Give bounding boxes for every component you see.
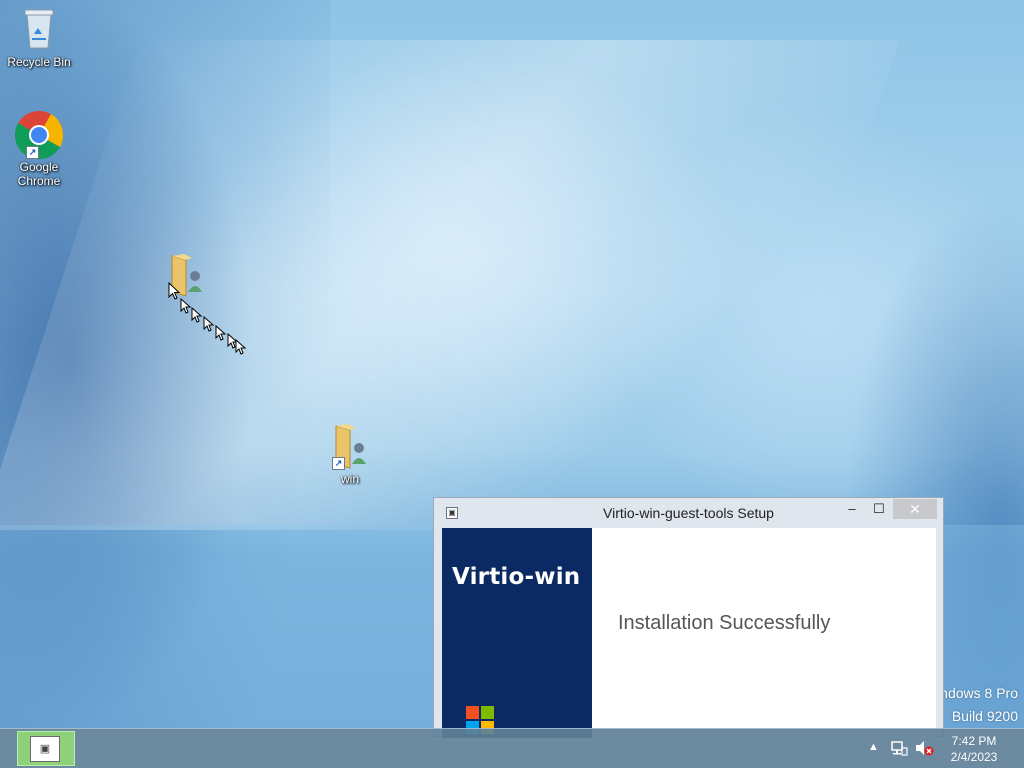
setup-dialog: ▣ Virtio-win-guest-tools Setup – ☐ ✕ Vir… [433,497,944,738]
win-label: win [340,472,359,486]
maximize-button[interactable]: ☐ [866,499,892,519]
clock-time: 7:42 PM [951,734,997,748]
dialog-titlebar[interactable]: ▣ Virtio-win-guest-tools Setup – ☐ ✕ [434,498,943,528]
installer-content: Installation Successfully [592,528,936,738]
desktop-icon-folder-shortcut[interactable] [148,252,247,355]
show-hidden-icons-button[interactable]: ▲ [868,741,879,753]
chrome-icon [14,111,64,160]
windows-edition-watermark: ndows 8 Pro [940,685,1018,701]
clock-date: 2/4/2023 [950,750,998,764]
desktop-icon-recycle-bin[interactable]: Recycle Bin [1,6,77,69]
wallpaper-sheen [0,40,900,530]
installer-sidebar: Virtio-win [442,528,592,738]
system-clock[interactable]: 7:42 PM 2/4/2023 [944,733,1004,765]
taskbar: ▣ ▲ 7:42 PM 2/4/2023 [0,728,1024,768]
windows-build-watermark: Build 9200 [951,708,1018,724]
minimize-button[interactable]: – [839,499,865,519]
brand-logo-text: Virtio-win [452,564,581,590]
mouse-pointer-icon [168,282,180,300]
shortcut-arrow-icon: ↗ [332,457,345,470]
google-chrome-label: Google Chrome [17,160,61,188]
desktop-icon-google-chrome[interactable]: ↗ Google Chrome [1,110,77,188]
close-button[interactable]: ✕ [893,499,937,519]
recycle-bin-label: Recycle Bin [7,55,71,69]
volume-muted-icon[interactable] [914,739,934,757]
setup-app-icon: ▣ [30,736,60,762]
installation-status-message: Installation Successfully [618,612,831,634]
desktop-icon-win[interactable]: ↗ win [312,422,388,486]
recycle-bin-icon [24,9,54,49]
network-icon[interactable] [890,739,908,757]
taskbar-setup-app-button[interactable]: ▣ [17,731,75,766]
cursor-trail-icon [180,298,247,355]
shortcut-arrow-icon: ↗ [26,146,39,159]
